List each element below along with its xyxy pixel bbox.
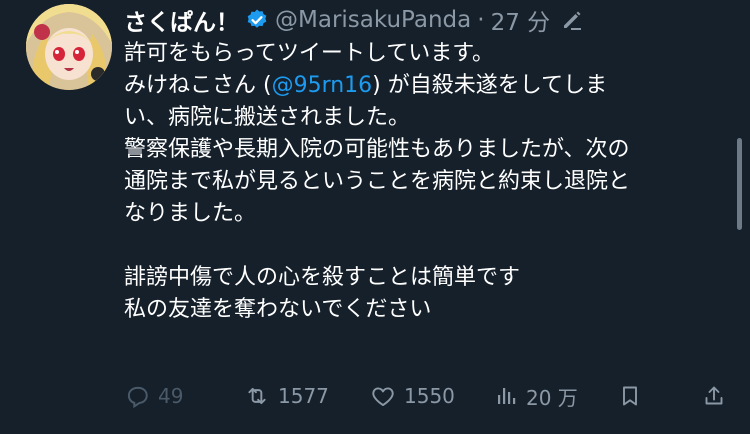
tweet-text-line: 誹謗中傷で人の心を殺すことは簡単です bbox=[124, 265, 521, 290]
like-count: 1550 bbox=[404, 384, 455, 408]
tweet-actions-bar: 49 1577 1550 20 万 bbox=[0, 376, 750, 416]
tweet-text-line: 警察保護や長期入院の可能性もありましたが、次の bbox=[124, 137, 630, 162]
tweet-text-line: みけねこさん (@95rn16) が自殺未遂をしてしま bbox=[124, 70, 734, 102]
repost-count: 1577 bbox=[278, 384, 329, 408]
views-button[interactable]: 20 万 bbox=[494, 376, 578, 416]
tweet-text: 許可をもらってツイートしています。 みけねこさん (@95rn16) が自殺未遂… bbox=[124, 38, 734, 326]
scrollbar-thumb[interactable] bbox=[737, 138, 742, 230]
views-chart-icon bbox=[498, 388, 516, 404]
tweet-text-line: 私の友達を奪わないでください bbox=[124, 297, 432, 322]
repost-button[interactable]: 1577 bbox=[244, 376, 329, 416]
verified-badge-icon bbox=[245, 8, 269, 32]
author-display-name[interactable]: さくぱん！ bbox=[124, 3, 239, 37]
share-icon bbox=[705, 386, 723, 405]
tweet-timestamp[interactable]: 27 分 bbox=[491, 3, 551, 37]
bookmark-button[interactable] bbox=[618, 376, 642, 416]
views-count: 20 万 bbox=[526, 385, 578, 410]
like-button[interactable]: 1550 bbox=[370, 376, 455, 416]
header-separator: · bbox=[477, 7, 485, 33]
tweet-text-line: なりました。 bbox=[124, 201, 257, 226]
bookmark-icon bbox=[623, 386, 637, 406]
tweet-card[interactable]: さくぱん！ @MarisakuPanda · 27 分 許可をもらってツイートし… bbox=[0, 0, 750, 434]
repost-icon bbox=[248, 387, 266, 405]
author-handle[interactable]: @MarisakuPanda bbox=[275, 7, 471, 33]
reply-button[interactable]: 49 bbox=[124, 376, 183, 416]
tweet-text-line: 通院まで私が見るということを病院と約束し退院と bbox=[124, 169, 631, 194]
reply-icon bbox=[127, 386, 148, 409]
reply-count: 49 bbox=[158, 384, 184, 408]
tweet-text-segment: ) が自殺未遂をしてしま bbox=[372, 73, 608, 98]
mention-link[interactable]: @95rn16 bbox=[272, 73, 373, 98]
share-button[interactable] bbox=[702, 376, 726, 416]
avatar[interactable] bbox=[26, 4, 112, 90]
tweet-text-line: い、病院に搬送されました。 bbox=[124, 105, 411, 130]
tweet-text-line: 許可をもらってツイートしています。 bbox=[124, 41, 495, 66]
heart-icon bbox=[372, 387, 394, 406]
tweet-text-segment: みけねこさん ( bbox=[124, 73, 272, 98]
avatar-illustration bbox=[26, 4, 112, 90]
tweet-header: さくぱん！ @MarisakuPanda · 27 分 bbox=[124, 2, 584, 38]
edit-pencil-icon[interactable] bbox=[560, 8, 584, 32]
